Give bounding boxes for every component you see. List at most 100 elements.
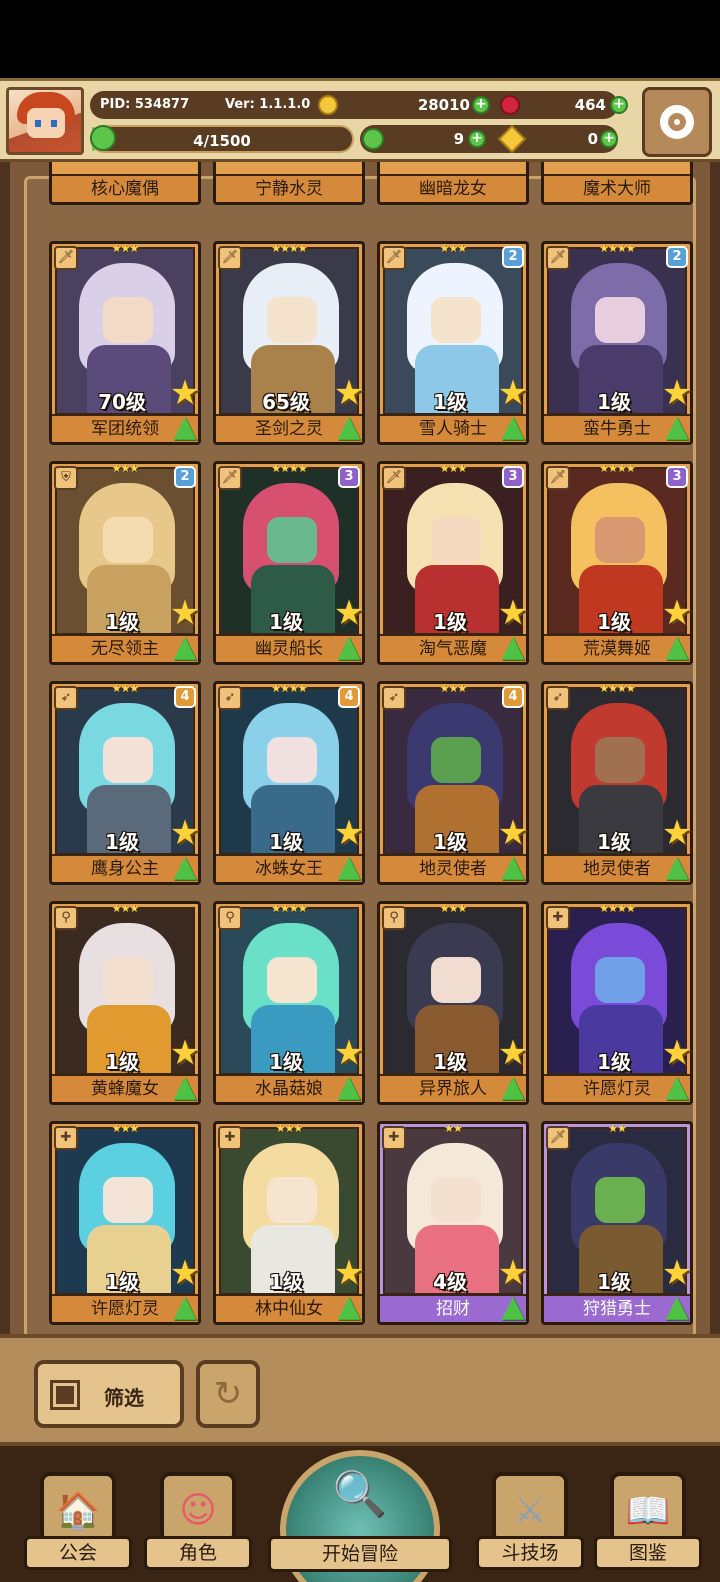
level-up-arrow-icon[interactable]: ▲ [660, 412, 694, 444]
character-card[interactable]: ★★★ ⛨ 2 1级 ★ 无尽领主 ▲ [49, 461, 201, 665]
level-up-arrow-icon[interactable]: ▲ [660, 1292, 694, 1324]
bow-icon: ➶ [546, 686, 570, 710]
level-up-arrow-icon[interactable]: ▲ [332, 1292, 366, 1324]
character-card[interactable]: 幽暗龙女 [377, 162, 529, 205]
add-clover-icon[interactable]: + [468, 130, 486, 148]
character-card[interactable]: ★★★★ ⚲ 1级 ★ 水晶菇娘 ▲ [213, 901, 365, 1105]
star-upgrade-icon[interactable]: ★ [332, 376, 366, 410]
filter-button[interactable]: 筛选 [34, 1360, 184, 1428]
character-card[interactable]: ★★★★ 🗡 3 1级 ★ 荒漠舞姬 ▲ [541, 461, 693, 665]
add-key-icon[interactable]: + [600, 130, 618, 148]
bow-icon: ➶ [218, 686, 242, 710]
star-upgrade-icon[interactable]: ★ [660, 816, 694, 850]
star-upgrade-icon[interactable]: ★ [332, 1036, 366, 1070]
bottom-nav: 🏠 公会 ☺ 角色 🔍 开始冒险 ⚔ 斗技场 📖 图鉴 [0, 1446, 720, 1582]
nav-guild[interactable]: 🏠 公会 [24, 1466, 132, 1576]
star-upgrade-icon[interactable]: ★ [496, 376, 530, 410]
character-card[interactable]: ★★★ 🗡 70级 ★ 军团统领 ▲ [49, 241, 201, 445]
character-card[interactable]: ★★★ ⚲ 1级 ★ 异界旅人 ▲ [377, 901, 529, 1105]
level-up-arrow-icon[interactable]: ▲ [168, 1292, 202, 1324]
level-up-arrow-icon[interactable]: ▲ [332, 412, 366, 444]
star-upgrade-icon[interactable]: ★ [332, 816, 366, 850]
level-up-arrow-icon[interactable]: ▲ [660, 1072, 694, 1104]
character-card[interactable]: ★★★★ ✚ 1级 ★ 许愿灯灵 ▲ [541, 901, 693, 1105]
star-upgrade-icon[interactable]: ★ [168, 1256, 202, 1290]
portrait-face [595, 297, 645, 343]
avatar-face [27, 108, 65, 138]
star-upgrade-icon[interactable]: ★ [496, 1256, 530, 1290]
star-upgrade-icon[interactable]: ★ [332, 1256, 366, 1290]
level-up-arrow-icon[interactable]: ▲ [496, 852, 530, 884]
character-card[interactable]: ★★ ✚ 4级 ★ 招财 ▲ [377, 1121, 529, 1325]
character-card[interactable]: ★★★ ⚲ 1级 ★ 黄蜂魔女 ▲ [49, 901, 201, 1105]
gear-icon [660, 105, 694, 139]
level-up-arrow-icon[interactable]: ▲ [660, 632, 694, 664]
star-upgrade-icon[interactable]: ★ [168, 816, 202, 850]
star-upgrade-icon[interactable]: ★ [660, 596, 694, 630]
portrait-face [431, 1177, 481, 1223]
player-avatar[interactable] [6, 87, 84, 155]
character-name: 宁静水灵 [216, 174, 362, 202]
guild-icon: 🏠 [40, 1472, 116, 1544]
level-up-arrow-icon[interactable]: ▲ [660, 852, 694, 884]
staff-icon: ⚲ [54, 906, 78, 930]
add-gems-icon[interactable]: + [610, 96, 628, 114]
sword-icon: 🗡 [382, 466, 406, 490]
top-status-bar: PID: 534877 Ver: 1.1.1.0 28010 + 464 + 4… [0, 78, 720, 162]
game-version: Ver: 1.1.1.0 [225, 97, 311, 112]
character-card[interactable]: ★★ 🗡 1级 ★ 狩猎勇士 ▲ [541, 1121, 693, 1325]
portrait-face [267, 1177, 317, 1223]
level-up-arrow-icon[interactable]: ▲ [332, 852, 366, 884]
character-card[interactable]: ★★★★ ➶ 4 1级 ★ 冰蛛女王 ▲ [213, 681, 365, 885]
level-up-arrow-icon[interactable]: ▲ [168, 632, 202, 664]
nav-adventure[interactable]: 🔍 开始冒险 [268, 1446, 452, 1582]
portrait-face [431, 737, 481, 783]
star-upgrade-icon[interactable]: ★ [660, 376, 694, 410]
grid-icon [50, 1380, 80, 1410]
character-panel[interactable]: 核心魔偶 宁静水灵 幽暗龙女 魔术大师 ★★★ 🗡 70级 ★ 军团统领 ▲ ★… [0, 162, 720, 1334]
info-bar: PID: 534877 Ver: 1.1.1.0 28010 + 464 + [90, 91, 628, 119]
level-up-arrow-icon[interactable]: ▲ [332, 632, 366, 664]
portrait-face [431, 957, 481, 1003]
star-upgrade-icon[interactable]: ★ [496, 1036, 530, 1070]
star-upgrade-icon[interactable]: ★ [332, 596, 366, 630]
nav-arena[interactable]: ⚔ 斗技场 [476, 1466, 584, 1576]
level-up-arrow-icon[interactable]: ▲ [332, 1072, 366, 1104]
bow-icon: ➶ [382, 686, 406, 710]
star-upgrade-icon[interactable]: ★ [168, 1036, 202, 1070]
character-card[interactable]: 核心魔偶 [49, 162, 201, 205]
star-upgrade-icon[interactable]: ★ [660, 1036, 694, 1070]
character-card[interactable]: ★★★ 🗡 3 1级 ★ 淘气恶魔 ▲ [377, 461, 529, 665]
level-up-arrow-icon[interactable]: ▲ [168, 412, 202, 444]
star-upgrade-icon[interactable]: ★ [496, 596, 530, 630]
star-upgrade-icon[interactable]: ★ [168, 376, 202, 410]
character-card[interactable]: 宁静水灵 [213, 162, 365, 205]
star-upgrade-icon[interactable]: ★ [660, 1256, 694, 1290]
character-card[interactable]: ★★★ ✚ 1级 ★ 许愿灯灵 ▲ [49, 1121, 201, 1325]
level-up-arrow-icon[interactable]: ▲ [496, 632, 530, 664]
character-card[interactable]: ★★★ 🗡 2 1级 ★ 雪人骑士 ▲ [377, 241, 529, 445]
level-up-arrow-icon[interactable]: ▲ [496, 1292, 530, 1324]
portrait-face [103, 957, 153, 1003]
level-up-arrow-icon[interactable]: ▲ [496, 1072, 530, 1104]
add-gold-icon[interactable]: + [472, 96, 490, 114]
star-upgrade-icon[interactable]: ★ [168, 596, 202, 630]
settings-button[interactable] [642, 87, 712, 157]
nav-codex[interactable]: 📖 图鉴 [594, 1466, 702, 1576]
level-up-arrow-icon[interactable]: ▲ [168, 1072, 202, 1104]
magnifier-icon: 🔍 [332, 1469, 388, 1520]
character-card[interactable]: 魔术大师 [541, 162, 693, 205]
character-card[interactable]: ★★★★ 🗡 65级 ★ 圣剑之灵 ▲ [213, 241, 365, 445]
character-card[interactable]: ★★★★ 🗡 2 1级 ★ 蛮牛勇士 ▲ [541, 241, 693, 445]
character-card[interactable]: ★★★ ➶ 4 1级 ★ 鹰身公主 ▲ [49, 681, 201, 885]
character-card[interactable]: ★★★ ✚ 1级 ★ 林中仙女 ▲ [213, 1121, 365, 1325]
refresh-button[interactable]: ↻ [196, 1360, 260, 1428]
nav-characters[interactable]: ☺ 角色 [144, 1466, 252, 1576]
character-card[interactable]: ★★★★ ➶ 1级 ★ 地灵使者 ▲ [541, 681, 693, 885]
level-up-arrow-icon[interactable]: ▲ [168, 852, 202, 884]
character-card[interactable]: ★★★ ➶ 4 1级 ★ 地灵使者 ▲ [377, 681, 529, 885]
cross-icon: ✚ [546, 906, 570, 930]
star-upgrade-icon[interactable]: ★ [496, 816, 530, 850]
level-up-arrow-icon[interactable]: ▲ [496, 412, 530, 444]
character-card[interactable]: ★★★★ 🗡 3 1级 ★ 幽灵船长 ▲ [213, 461, 365, 665]
